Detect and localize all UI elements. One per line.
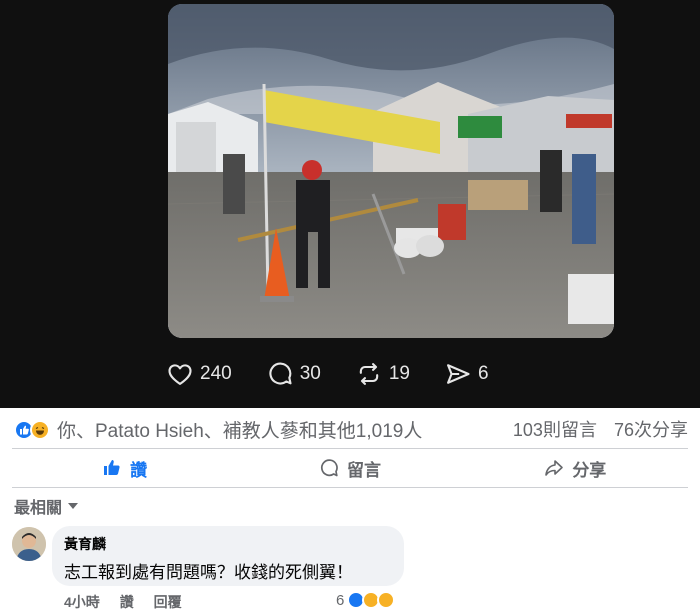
repost-stat[interactable]: 19 [355,358,410,390]
comments-total[interactable]: 103則留言 [513,420,597,440]
like-button[interactable]: 讚 [12,449,237,487]
comment-like-link[interactable]: 讚 [120,594,134,610]
comment-button[interactable]: 留言 [237,449,462,487]
reaction-names[interactable]: 你、Patato Hsieh、補教人蔘和其他1,019人 [57,416,422,443]
comment-count: 30 [299,363,321,384]
comment-icon [320,459,338,477]
comment-text: 志工報到處有問題嗎？收錢的死側翼！ [64,563,353,582]
share-arrow-icon [545,460,564,476]
comment-reaction-count: 6 [336,591,345,609]
speech-bubble-icon [269,362,292,385]
comment-stat[interactable]: 30 [266,358,321,390]
reactions-summary: 你、Patato Hsieh、補教人蔘和其他1,019人 103則留言 76次分… [0,408,700,448]
embedded-post: 240 30 19 6 [0,0,700,408]
share-count: 6 [477,363,489,384]
like-stat[interactable]: 240 [166,358,232,390]
repost-icon [359,363,379,385]
comment-reply-link[interactable]: 回覆 [154,594,182,610]
share-stat[interactable]: 6 [444,358,489,390]
avatar[interactable] [12,527,46,561]
comment-bubble: 黃育麟 志工報到處有問題嗎？收錢的死側翼！ [52,526,404,586]
comment-time[interactable]: 4小時 [64,594,100,610]
repost-count: 19 [388,363,410,384]
comment-label: 留言 [346,460,381,480]
volunteer-desk-photo [168,4,614,338]
comment-reactions[interactable]: 6 [336,590,401,610]
post-stats: 240 30 19 6 [166,358,489,390]
comment-meta: 4小時 讚 回覆 [64,592,198,612]
reaction-icons[interactable] [14,420,54,440]
sort-label: 最相關 [14,500,63,517]
like-label: 讚 [130,460,148,480]
heart-icon [168,364,192,385]
like-count: 240 [200,363,232,384]
shares-total[interactable]: 76次分享 [614,420,688,440]
wow-icon [377,591,396,609]
comment-author[interactable]: 黃育麟 [64,534,392,554]
post-photo[interactable] [168,4,614,338]
thumbs-up-icon [104,460,120,475]
send-icon [447,364,470,384]
chevron-down-icon [68,503,79,509]
haha-icon [30,420,50,440]
engagement-counts: 103則留言 76次分享 [513,416,688,442]
share-button[interactable]: 分享 [463,449,688,487]
comment-sort-dropdown[interactable]: 最相關 [14,494,79,518]
share-label: 分享 [572,460,607,480]
action-bar: 讚 留言 分享 [12,448,688,488]
